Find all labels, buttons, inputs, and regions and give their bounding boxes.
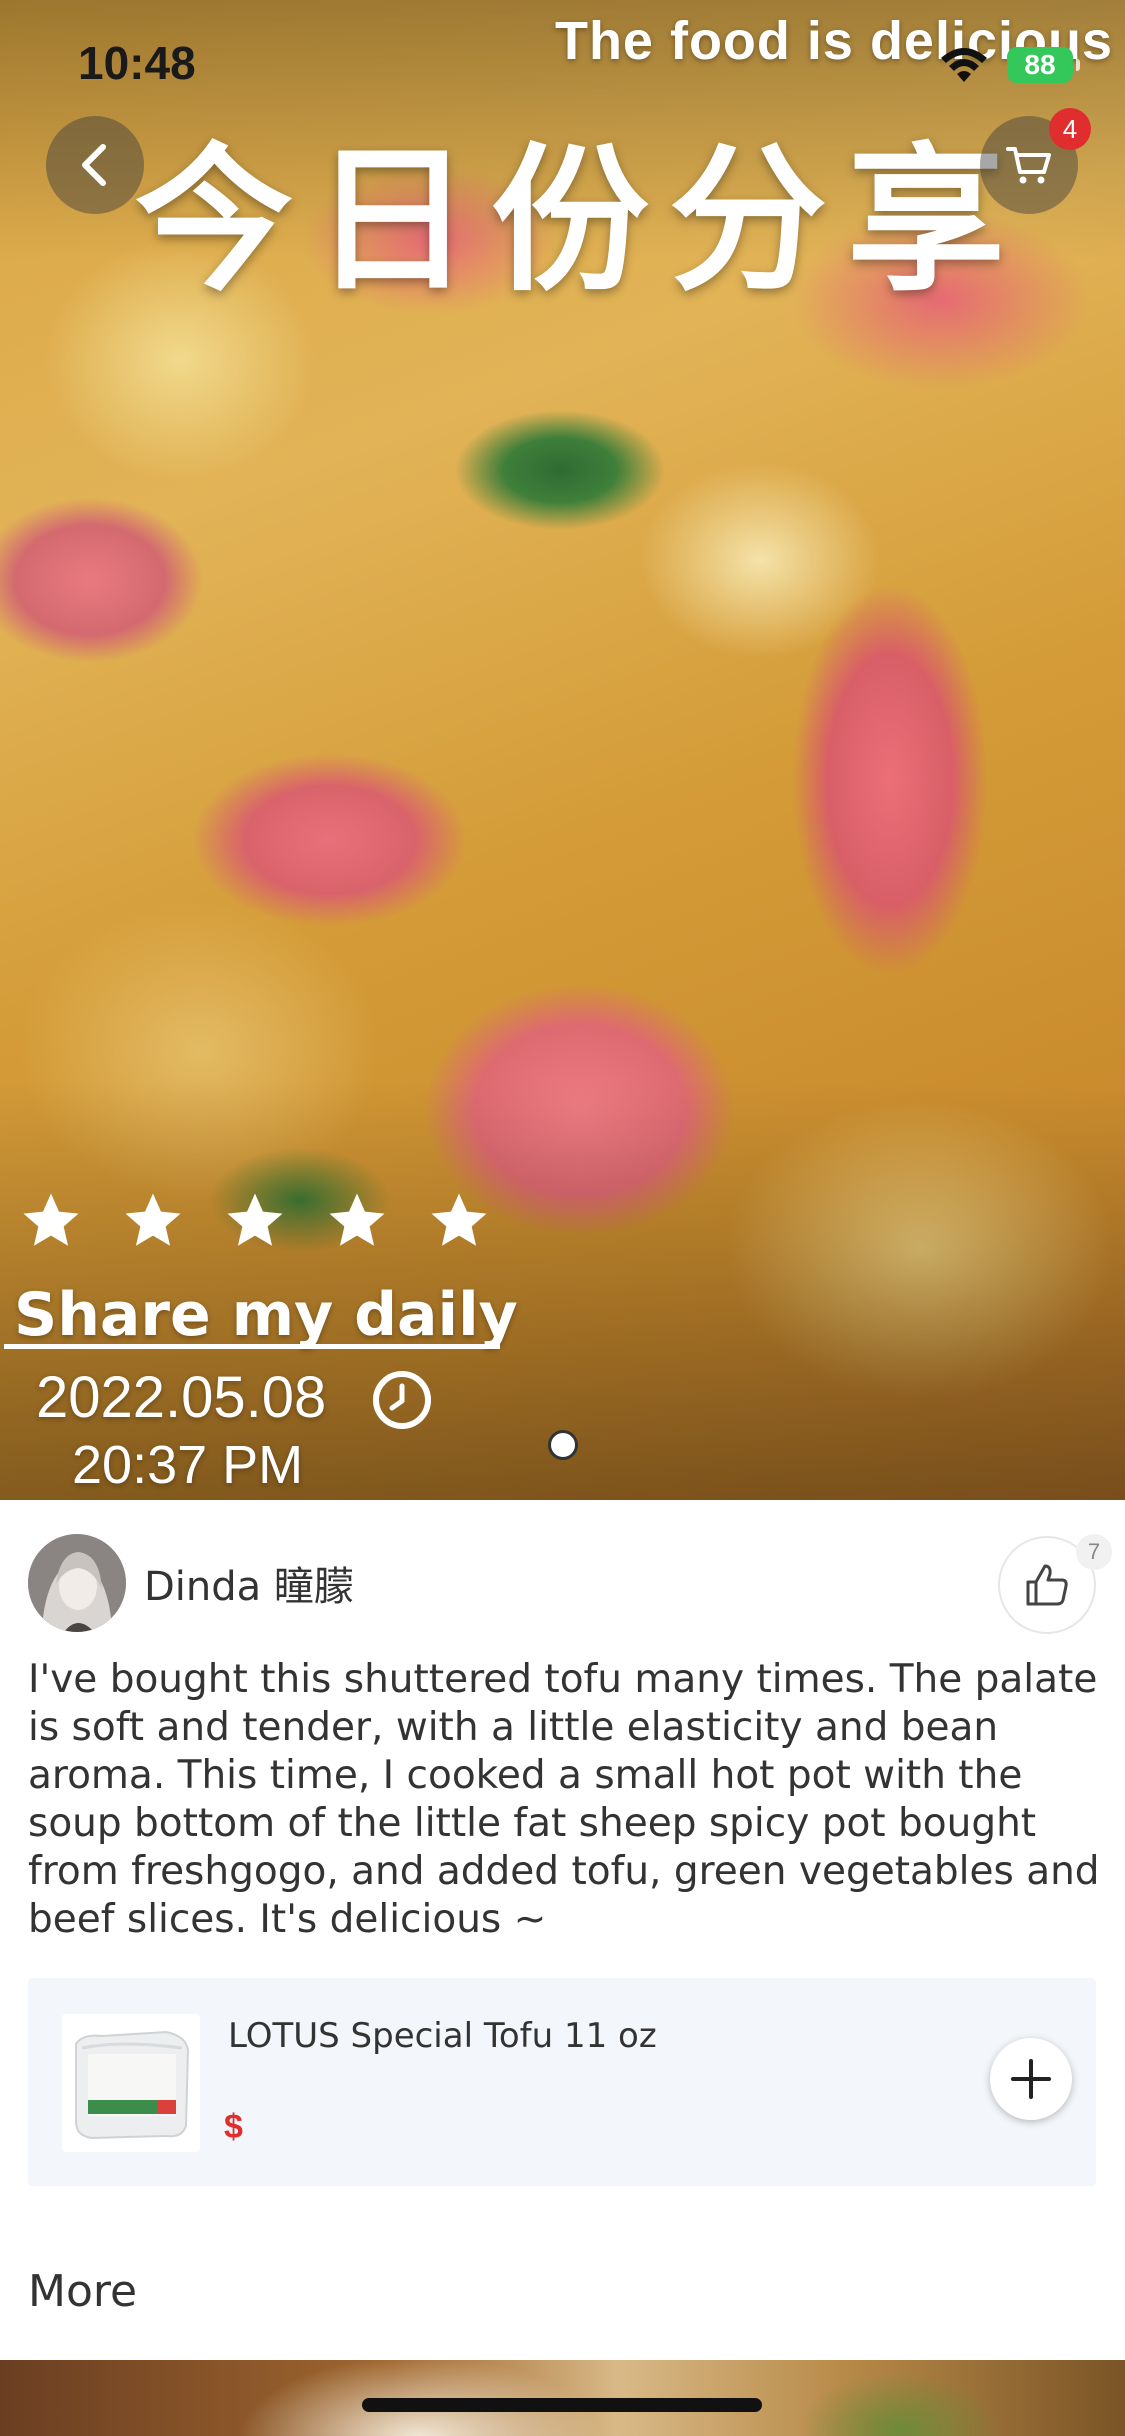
star-icon: [125, 1193, 181, 1246]
star-icon: [227, 1193, 283, 1246]
home-indicator[interactable]: [362, 2398, 762, 2412]
author-name[interactable]: Dinda 瞳朦: [144, 1554, 354, 1612]
battery-indicator: 88: [1007, 47, 1080, 83]
photo-date: 2022.05.08: [36, 1365, 327, 1430]
star-icon: [23, 1193, 79, 1246]
add-to-cart-button[interactable]: [990, 2038, 1072, 2120]
product-name[interactable]: LOTUS Special Tofu 11 oz: [228, 2016, 657, 2056]
plus-icon: [1011, 2059, 1051, 2099]
clock-icon: [373, 1371, 431, 1429]
tofu-package-illustration: [62, 2014, 200, 2152]
rating-stars: [18, 1188, 492, 1254]
carousel-indicator[interactable]: [548, 1430, 578, 1460]
back-icon: [82, 144, 106, 186]
status-icons: 88: [939, 46, 1080, 84]
avatar[interactable]: [28, 1534, 126, 1632]
post-body: I've bought this shuttered tofu many tim…: [28, 1657, 1100, 1942]
more-section-title: More: [28, 2266, 138, 2317]
battery-level: 88: [1024, 49, 1056, 80]
like-count: 7: [1076, 1534, 1112, 1570]
product-card[interactable]: LOTUS Special Tofu 11 oz $: [28, 1978, 1096, 2186]
status-time: 10:48: [78, 37, 196, 89]
author-row[interactable]: Dinda 瞳朦: [28, 1534, 354, 1632]
photo-title: 今日份分享: [135, 129, 1025, 313]
share-caption: Share my daily: [14, 1280, 518, 1350]
wifi-icon: [941, 48, 987, 82]
avatar-illustration: [28, 1534, 126, 1632]
back-button[interactable]: [46, 116, 144, 214]
cart-icon: [1006, 147, 1051, 184]
product-image[interactable]: [62, 2014, 200, 2152]
thumbs-up-icon: [1026, 1564, 1068, 1606]
cart-badge: 4: [1049, 108, 1091, 150]
photo-time: 20:37 PM: [72, 1435, 304, 1495]
star-icon: [329, 1193, 385, 1246]
product-price: $: [224, 2108, 243, 2146]
star-icon: [431, 1193, 487, 1246]
caption-underline: [4, 1344, 500, 1349]
